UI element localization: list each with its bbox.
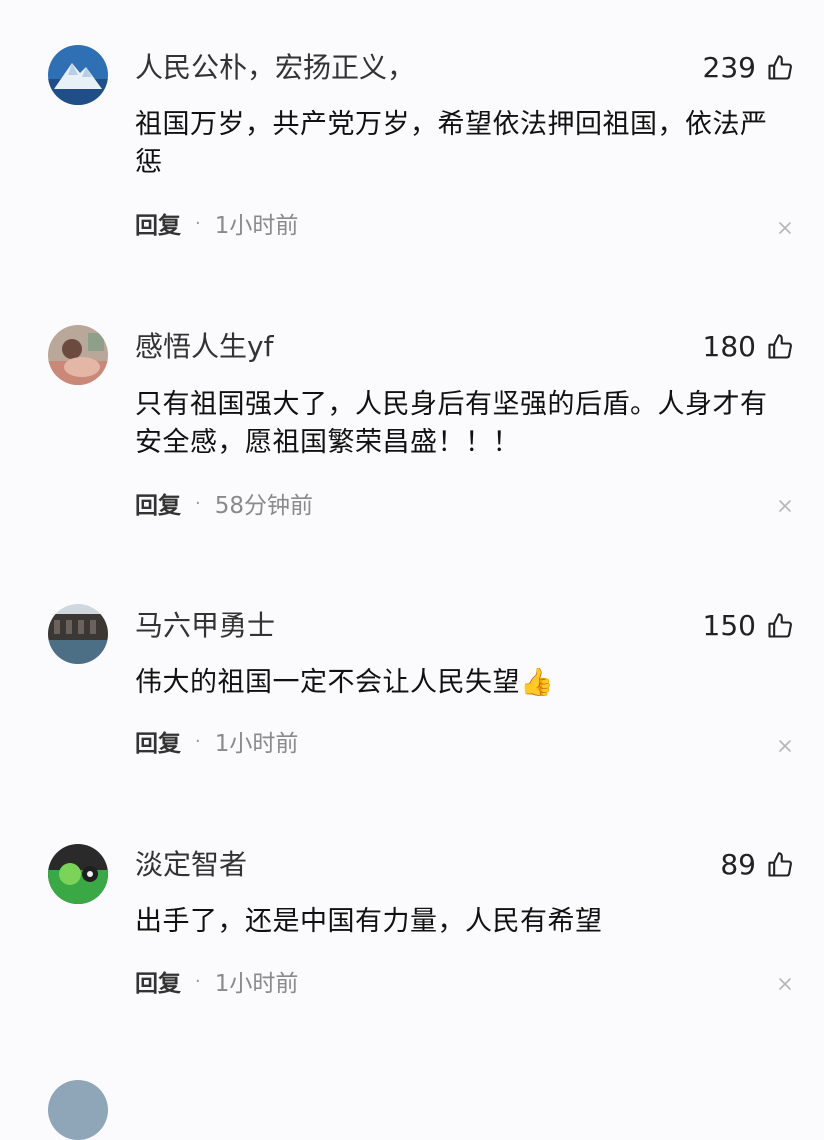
comment-time: 58分钟前 (214, 493, 314, 519)
comment-time: 1小时前 (214, 213, 299, 239)
meta-separator: · (195, 492, 201, 514)
user-avatar[interactable] (48, 45, 108, 105)
reply-button[interactable]: 回复 (135, 206, 181, 240)
like-count: 239 (702, 51, 756, 84)
like-count: 150 (702, 609, 756, 642)
billiard-avatar-icon (48, 844, 108, 904)
meta-separator: · (195, 212, 201, 234)
comment-text: 只有祖国强大了，人民身后有坚强的后盾。人身才有安全感，愿祖国繁荣昌盛！！！ (135, 389, 768, 458)
like-count: 89 (720, 848, 756, 881)
like-button[interactable]: 150 (703, 606, 794, 646)
close-icon[interactable] (778, 739, 792, 753)
username[interactable]: 淡定智者 (135, 845, 247, 885)
like-count: 180 (702, 330, 756, 363)
close-icon[interactable] (778, 499, 792, 513)
person-photo-avatar-icon (48, 325, 108, 385)
reply-button[interactable]: 回复 (135, 724, 181, 758)
landscape-avatar-icon (48, 604, 108, 664)
close-icon[interactable] (778, 977, 792, 991)
comment-meta: 回复 · 1小时前 (135, 964, 298, 998)
reply-button[interactable]: 回复 (135, 964, 181, 998)
thumbs-up-icon[interactable] (766, 612, 794, 640)
mountain-avatar-icon (48, 45, 108, 105)
user-avatar[interactable] (48, 604, 108, 664)
close-icon[interactable] (778, 221, 792, 235)
username[interactable]: 感悟人生yf (135, 327, 273, 367)
user-avatar[interactable] (48, 844, 108, 904)
like-button[interactable]: 89 (720, 845, 794, 885)
username[interactable]: 马六甲勇士 (135, 606, 275, 646)
username[interactable]: 人民公朴，宏扬正义， (135, 48, 415, 88)
comment-text: 出手了，还是中国有力量，人民有希望 (135, 906, 603, 937)
comment-meta: 回复 · 1小时前 (135, 724, 298, 758)
comment-meta: 回复 · 58分钟前 (135, 486, 313, 520)
meta-separator: · (195, 730, 201, 752)
comment-text: 祖国万岁，共产党万岁，希望依法押回祖国，依法严惩 (135, 109, 768, 178)
reply-button[interactable]: 回复 (135, 486, 181, 520)
like-button[interactable]: 180 (703, 327, 794, 367)
comment-time: 1小时前 (214, 731, 299, 757)
comment-text: 伟大的祖国一定不会让人民失望👍 (135, 667, 555, 698)
thumbs-up-icon[interactable] (766, 851, 794, 879)
thumbs-up-icon[interactable] (766, 54, 794, 82)
meta-separator: · (195, 970, 201, 992)
user-avatar[interactable] (48, 1080, 108, 1140)
like-button[interactable]: 239 (703, 48, 794, 88)
user-avatar[interactable] (48, 325, 108, 385)
comment-meta: 回复 · 1小时前 (135, 206, 298, 240)
comment-time: 1小时前 (214, 971, 299, 997)
thumbs-up-icon[interactable] (766, 333, 794, 361)
